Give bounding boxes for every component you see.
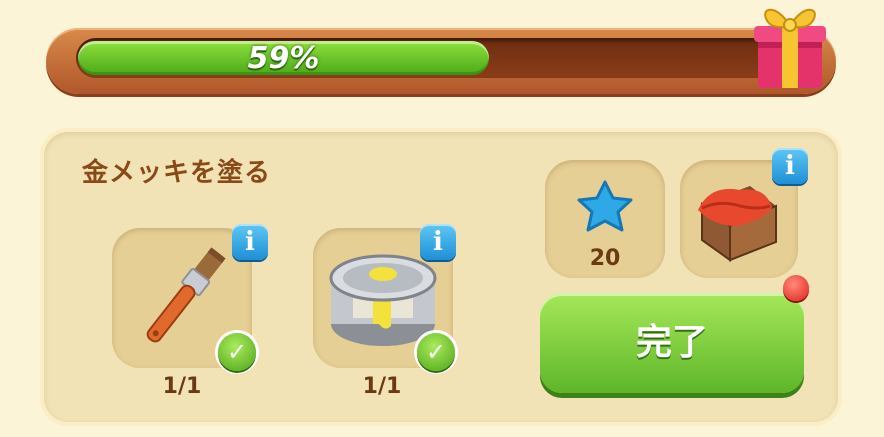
completed-check-icon: ✓ — [417, 333, 455, 371]
progress-bar: 59% — [46, 28, 836, 94]
requirement-count: 1/1 — [362, 374, 402, 399]
info-button-paint-can[interactable]: i — [420, 224, 456, 260]
completed-check-icon: ✓ — [218, 333, 256, 371]
requirement-count: 1/1 — [162, 374, 202, 399]
progress-percent: 59% — [247, 41, 320, 76]
notification-dot — [783, 275, 809, 301]
task-title: 金メッキを塗る — [82, 158, 272, 188]
gift-box-icon[interactable] — [748, 0, 832, 92]
progress-track: 59% — [76, 38, 776, 78]
info-button-paintbrush[interactable]: i — [232, 224, 268, 260]
info-button-crate[interactable]: i — [772, 148, 808, 184]
reward-amount: 20 — [589, 246, 621, 271]
complete-button[interactable]: 完了 — [540, 293, 804, 393]
blue-star-icon — [577, 180, 633, 232]
